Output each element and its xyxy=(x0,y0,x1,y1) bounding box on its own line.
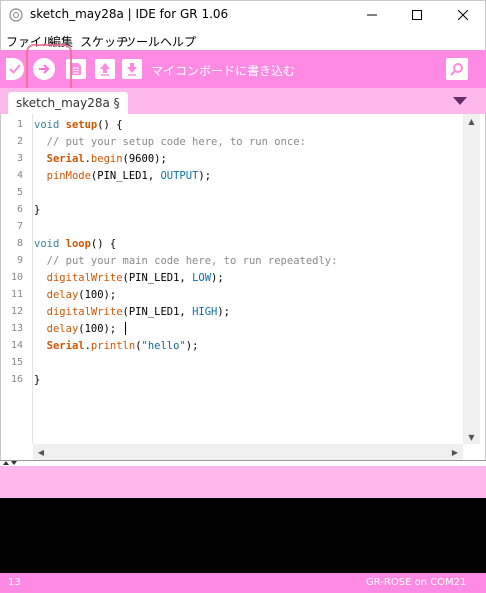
code-line: } xyxy=(34,204,41,216)
maximize-icon[interactable] xyxy=(394,0,440,30)
code-line: delay(100); xyxy=(46,323,117,335)
line-number: 6 xyxy=(16,204,23,215)
menu-tools[interactable]: ツール xyxy=(124,33,160,50)
line-number: 16 xyxy=(10,374,23,385)
line-number: 4 xyxy=(16,170,23,181)
menu-help[interactable]: ヘルプ xyxy=(160,33,196,50)
tab-menu-icon[interactable] xyxy=(452,93,468,109)
line-number: 9 xyxy=(16,255,23,266)
status-line-number: 13 xyxy=(8,577,21,588)
save-icon[interactable] xyxy=(122,59,142,79)
code-line: void setup() { xyxy=(34,119,123,131)
line-number: 1 xyxy=(16,119,23,130)
line-number: 8 xyxy=(16,238,23,249)
app-logo-icon xyxy=(9,7,23,22)
toolbar-status-text: マイコンボードに書き込む xyxy=(151,64,296,78)
scroll-left-icon[interactable]: ◀ xyxy=(33,444,49,460)
line-number: 7 xyxy=(16,221,23,232)
line-number: 2 xyxy=(16,136,23,147)
status-board-port: GR-ROSE on COM21 xyxy=(366,577,467,588)
line-number-gutter: 1 2 3 4 5 6 7 8 9 10 11 12 13 14 15 16 xyxy=(1,114,33,444)
line-number: 15 xyxy=(10,357,23,368)
message-area xyxy=(0,466,486,498)
line-number: 11 xyxy=(10,289,23,300)
code-line: digitalWrite(PIN_LED1, HIGH); xyxy=(46,306,231,318)
vertical-scrollbar[interactable]: ▲ ▼ xyxy=(463,114,480,444)
line-number: 5 xyxy=(16,187,23,198)
window-title: sketch_may28a | IDE for GR 1.06 xyxy=(30,7,229,21)
menu-bar: ファイル 編集 スケッチ ツール ヘルプ xyxy=(0,30,486,50)
line-number: 13 xyxy=(10,323,23,334)
code-editor[interactable] xyxy=(0,114,486,460)
scroll-right-icon[interactable]: ▶ xyxy=(447,444,463,460)
text-caret xyxy=(125,322,126,335)
line-number: 10 xyxy=(10,272,23,283)
line-number: 14 xyxy=(10,340,23,351)
horizontal-scrollbar[interactable]: ◀ ▶ xyxy=(33,444,463,460)
code-line: pinMode(PIN_LED1, OUTPUT); xyxy=(46,170,212,182)
console-output[interactable] xyxy=(0,498,486,573)
open-icon[interactable] xyxy=(95,59,115,79)
verify-icon[interactable] xyxy=(6,58,24,80)
minimize-icon[interactable] xyxy=(349,0,395,30)
code-line: // put your main code here, to run repea… xyxy=(46,255,338,267)
line-number: 12 xyxy=(10,306,23,317)
scroll-up-icon[interactable]: ▲ xyxy=(463,114,480,128)
tab-sketch[interactable]: sketch_may28a § xyxy=(8,92,128,114)
serial-monitor-icon[interactable] xyxy=(446,58,468,80)
code-line: Serial.println("hello"); xyxy=(46,340,199,352)
close-icon[interactable] xyxy=(440,0,486,30)
code-line: delay(100); xyxy=(46,289,117,301)
code-line: void loop() { xyxy=(34,238,117,250)
menu-sketch[interactable]: スケッチ xyxy=(80,33,128,50)
code-line: Serial.begin(9600); xyxy=(46,153,167,165)
code-line: // put your setup code here, to run once… xyxy=(46,136,306,148)
scroll-down-icon[interactable]: ▼ xyxy=(463,430,480,444)
code-line: digitalWrite(PIN_LED1, LOW); xyxy=(46,272,224,284)
code-line: } xyxy=(34,374,41,386)
line-number: 3 xyxy=(16,153,23,164)
